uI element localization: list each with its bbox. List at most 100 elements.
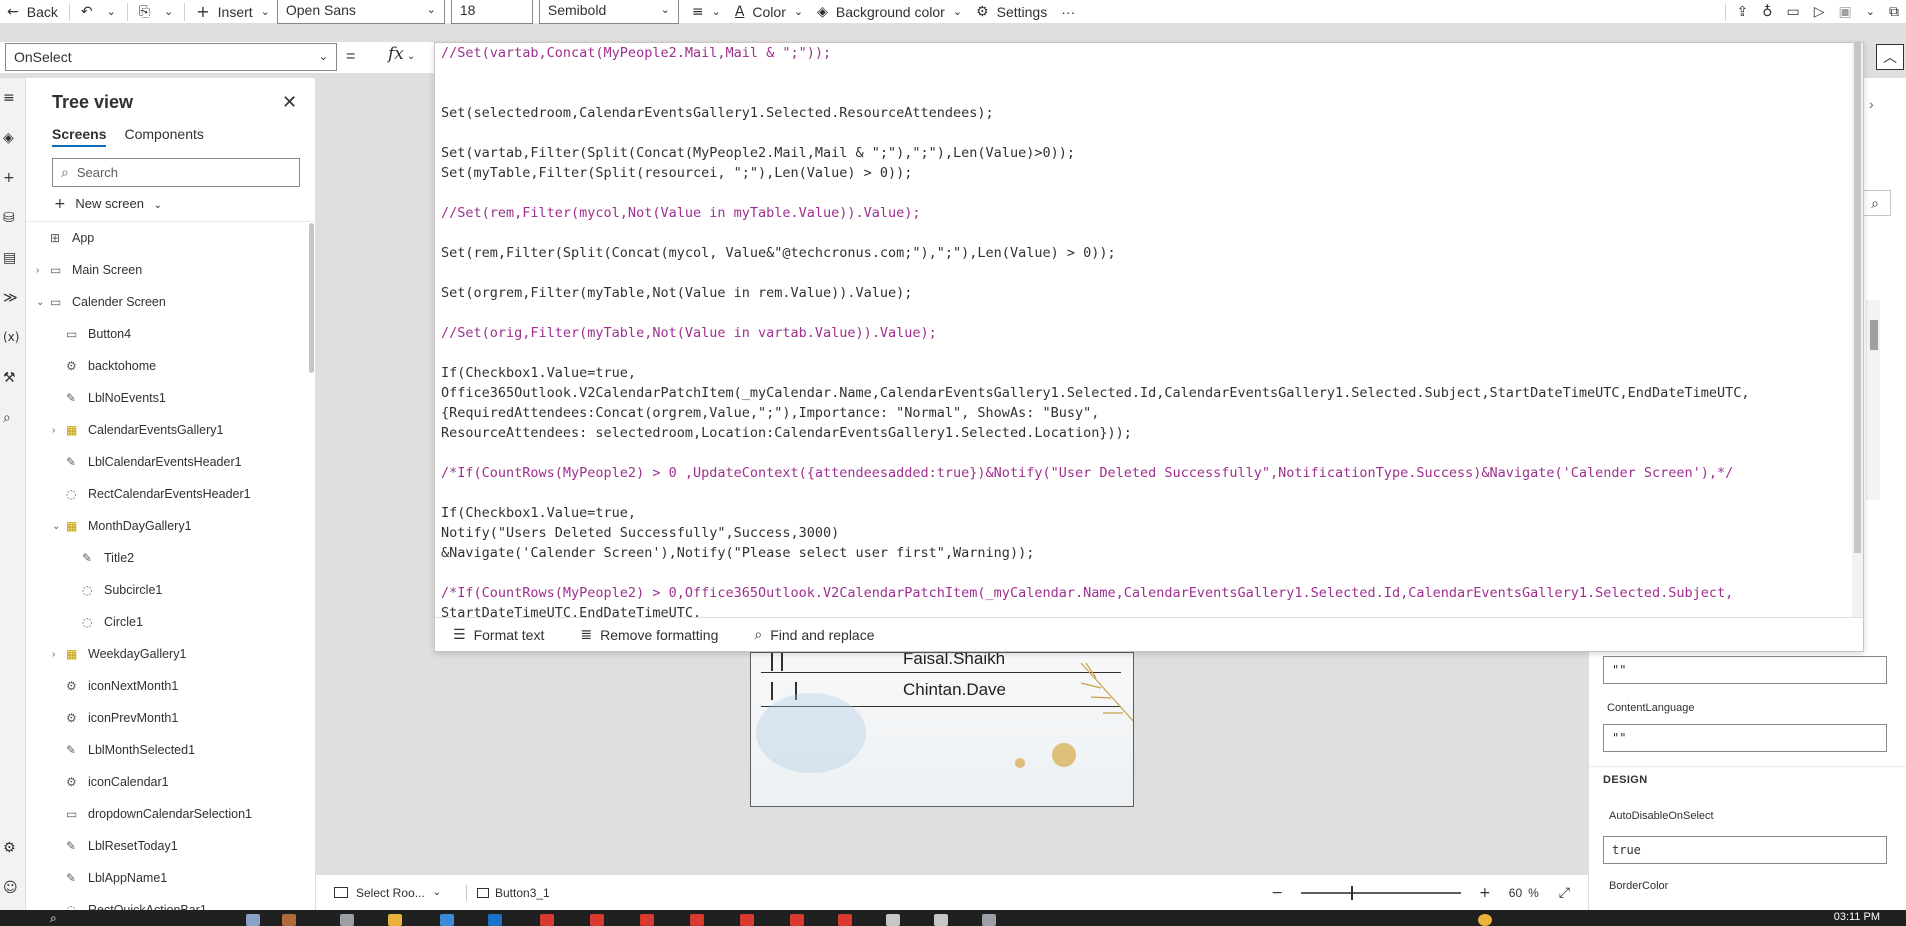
tree-scrollbar[interactable]: [309, 223, 314, 373]
taskbar-app-icon[interactable]: [540, 914, 554, 926]
tree-item[interactable]: ✎ LblCalendarEventsHeader1: [26, 446, 315, 478]
paste-dropdown-button[interactable]: ⌄: [157, 0, 180, 24]
taskbar-app-icon[interactable]: [340, 914, 354, 926]
paste-button[interactable]: ⎘: [132, 0, 157, 24]
tree-item[interactable]: ⚙ iconPrevMonth1: [26, 702, 315, 734]
find-replace-button[interactable]: ⌕ Find and replace: [736, 627, 892, 643]
layers-icon[interactable]: ◈: [3, 130, 14, 146]
remove-formatting-button[interactable]: ≣ Remove formatting: [562, 627, 736, 643]
taskbar-app-icon[interactable]: [440, 914, 454, 926]
taskbar-app-icon[interactable]: [246, 914, 260, 926]
comments-button[interactable]: ▭: [1780, 0, 1807, 24]
more-button[interactable]: ···: [1054, 0, 1082, 24]
tree-item[interactable]: ▭ dropdownCalendarSelection1: [26, 798, 315, 830]
publish-button[interactable]: ⧉: [1882, 0, 1906, 24]
collapse-editor-button[interactable]: ︿: [1876, 44, 1904, 70]
save-button[interactable]: ▣: [1832, 0, 1859, 24]
tree-item[interactable]: ⚙ iconNextMonth1: [26, 670, 315, 702]
chevron-down-icon[interactable]: ⌄: [52, 521, 64, 532]
property-select[interactable]: OnSelect ⌄: [5, 43, 337, 71]
tree-item[interactable]: ✎ Title2: [26, 542, 315, 574]
app-preview-card[interactable]: Faisal.Shaikh Chintan.Dave: [750, 652, 1134, 807]
taskbar-app-icon[interactable]: [690, 914, 704, 926]
taskbar-app-icon[interactable]: [934, 914, 948, 926]
fx-icon[interactable]: fx ⌄: [388, 44, 415, 64]
back-button[interactable]: ← Back: [0, 0, 65, 24]
insert-plus-icon[interactable]: +: [3, 170, 15, 186]
insert-button[interactable]: + Insert ⌄: [189, 0, 277, 24]
undo-dropdown-button[interactable]: ⌄: [100, 0, 123, 24]
tree-item[interactable]: ◌ Subcircle1: [26, 574, 315, 606]
panel-chevron-icon[interactable]: ›: [1869, 96, 1874, 112]
editor-scroll-thumb[interactable]: [1854, 43, 1861, 553]
tree-item[interactable]: ✎ LblMonthSelected1: [26, 734, 315, 766]
tree-item[interactable]: › ▭ Main Screen: [26, 254, 315, 286]
zoom-slider-thumb[interactable]: [1351, 885, 1354, 900]
zoom-out-icon[interactable]: −: [1271, 886, 1283, 900]
editor-scrollbar[interactable]: [1852, 43, 1863, 619]
undo-button[interactable]: ↶: [74, 0, 100, 24]
share-button[interactable]: ⇪: [1730, 0, 1756, 24]
settings-button[interactable]: ⚙ Settings: [969, 0, 1054, 24]
control-selector[interactable]: Button3_1: [477, 886, 550, 900]
zoom-in-icon[interactable]: +: [1479, 886, 1491, 900]
taskbar-app-icon[interactable]: [388, 914, 402, 926]
taskbar-app-icon[interactable]: [640, 914, 654, 926]
tree-item[interactable]: ⌄ ▭ Calender Screen: [26, 286, 315, 318]
align-button[interactable]: ≡ ⌄: [685, 0, 728, 24]
tree-item[interactable]: ◌ RectQuickActionBar1: [26, 894, 315, 910]
tree-item[interactable]: ✎ LblResetToday1: [26, 830, 315, 862]
virtual-agent-icon[interactable]: ☺: [3, 880, 18, 896]
taskbar-app-icon[interactable]: [282, 914, 296, 926]
new-screen-button[interactable]: + New screen ⌄: [54, 196, 162, 211]
tree-item[interactable]: ◌ Circle1: [26, 606, 315, 638]
variables-icon[interactable]: (x): [3, 330, 19, 344]
weather-icon[interactable]: [1478, 914, 1492, 926]
property-value-field[interactable]: "": [1603, 656, 1887, 684]
properties-scroll-thumb[interactable]: [1870, 320, 1878, 350]
chevron-right-icon[interactable]: ›: [52, 425, 64, 436]
format-text-button[interactable]: ☰ Format text: [435, 627, 562, 643]
fit-to-window-icon[interactable]: ⤢: [1559, 886, 1570, 900]
formula-editor[interactable]: //Set(vartab,Concat(MyPeople2.Mail,Mail …: [434, 42, 1864, 652]
chevron-right-icon[interactable]: ›: [36, 265, 48, 276]
app-checker-button[interactable]: ♁: [1755, 0, 1779, 24]
advanced-tools-icon[interactable]: ⚒: [3, 370, 16, 386]
save-dropdown-button[interactable]: ⌄: [1859, 0, 1882, 24]
chevron-down-icon[interactable]: ⌄: [36, 297, 48, 308]
background-color-button[interactable]: ◈ Background color ⌄: [810, 0, 969, 24]
tree-item[interactable]: ◌ RectCalendarEventsHeader1: [26, 478, 315, 510]
taskbar-app-icon[interactable]: [982, 914, 996, 926]
taskbar-app-icon[interactable]: [590, 914, 604, 926]
tab-components[interactable]: Components: [124, 126, 203, 147]
code-area[interactable]: //Set(vartab,Concat(MyPeople2.Mail,Mail …: [441, 43, 1846, 619]
tree-item[interactable]: ▭ Button4: [26, 318, 315, 350]
tree-item[interactable]: ⊞ App: [26, 222, 315, 254]
taskbar-app-icon[interactable]: [886, 914, 900, 926]
gear-icon[interactable]: ⚙: [3, 840, 16, 856]
search-icon[interactable]: ⌕: [50, 911, 57, 926]
tree-item[interactable]: ⚙ iconCalendar1: [26, 766, 315, 798]
font-size-input[interactable]: 18: [450, 0, 533, 24]
font-family-select[interactable]: Open Sans ⌄: [276, 0, 445, 24]
tree-item[interactable]: › ▦ WeekdayGallery1: [26, 638, 315, 670]
tab-screens[interactable]: Screens: [52, 126, 107, 147]
font-weight-select[interactable]: Semibold ⌄: [538, 0, 679, 24]
tree-item[interactable]: ⌄ ▦ MonthDayGallery1: [26, 510, 315, 542]
taskbar-app-icon[interactable]: [740, 914, 754, 926]
close-icon[interactable]: ✕: [282, 92, 297, 113]
tree-item[interactable]: ✎ LblAppName1: [26, 862, 315, 894]
taskbar-app-icon[interactable]: [838, 914, 852, 926]
zoom-value[interactable]: 60: [1509, 886, 1522, 900]
tree-item[interactable]: ✎ LblNoEvents1: [26, 382, 315, 414]
hamburger-menu-icon[interactable]: ≡: [3, 90, 15, 106]
database-icon[interactable]: ⛁: [3, 210, 15, 226]
tree-item[interactable]: › ▦ CalendarEventsGallery1: [26, 414, 315, 446]
taskbar-app-icon[interactable]: [488, 914, 502, 926]
tree-item[interactable]: ⚙ backtohome: [26, 350, 315, 382]
color-button[interactable]: A Color ⌄: [728, 0, 810, 24]
properties-scrollbar[interactable]: [1866, 300, 1880, 500]
chevron-right-icon[interactable]: ›: [52, 649, 64, 660]
search-icon[interactable]: ⌕: [3, 410, 11, 426]
screen-selector[interactable]: Select Roo... ⌄: [316, 886, 456, 900]
